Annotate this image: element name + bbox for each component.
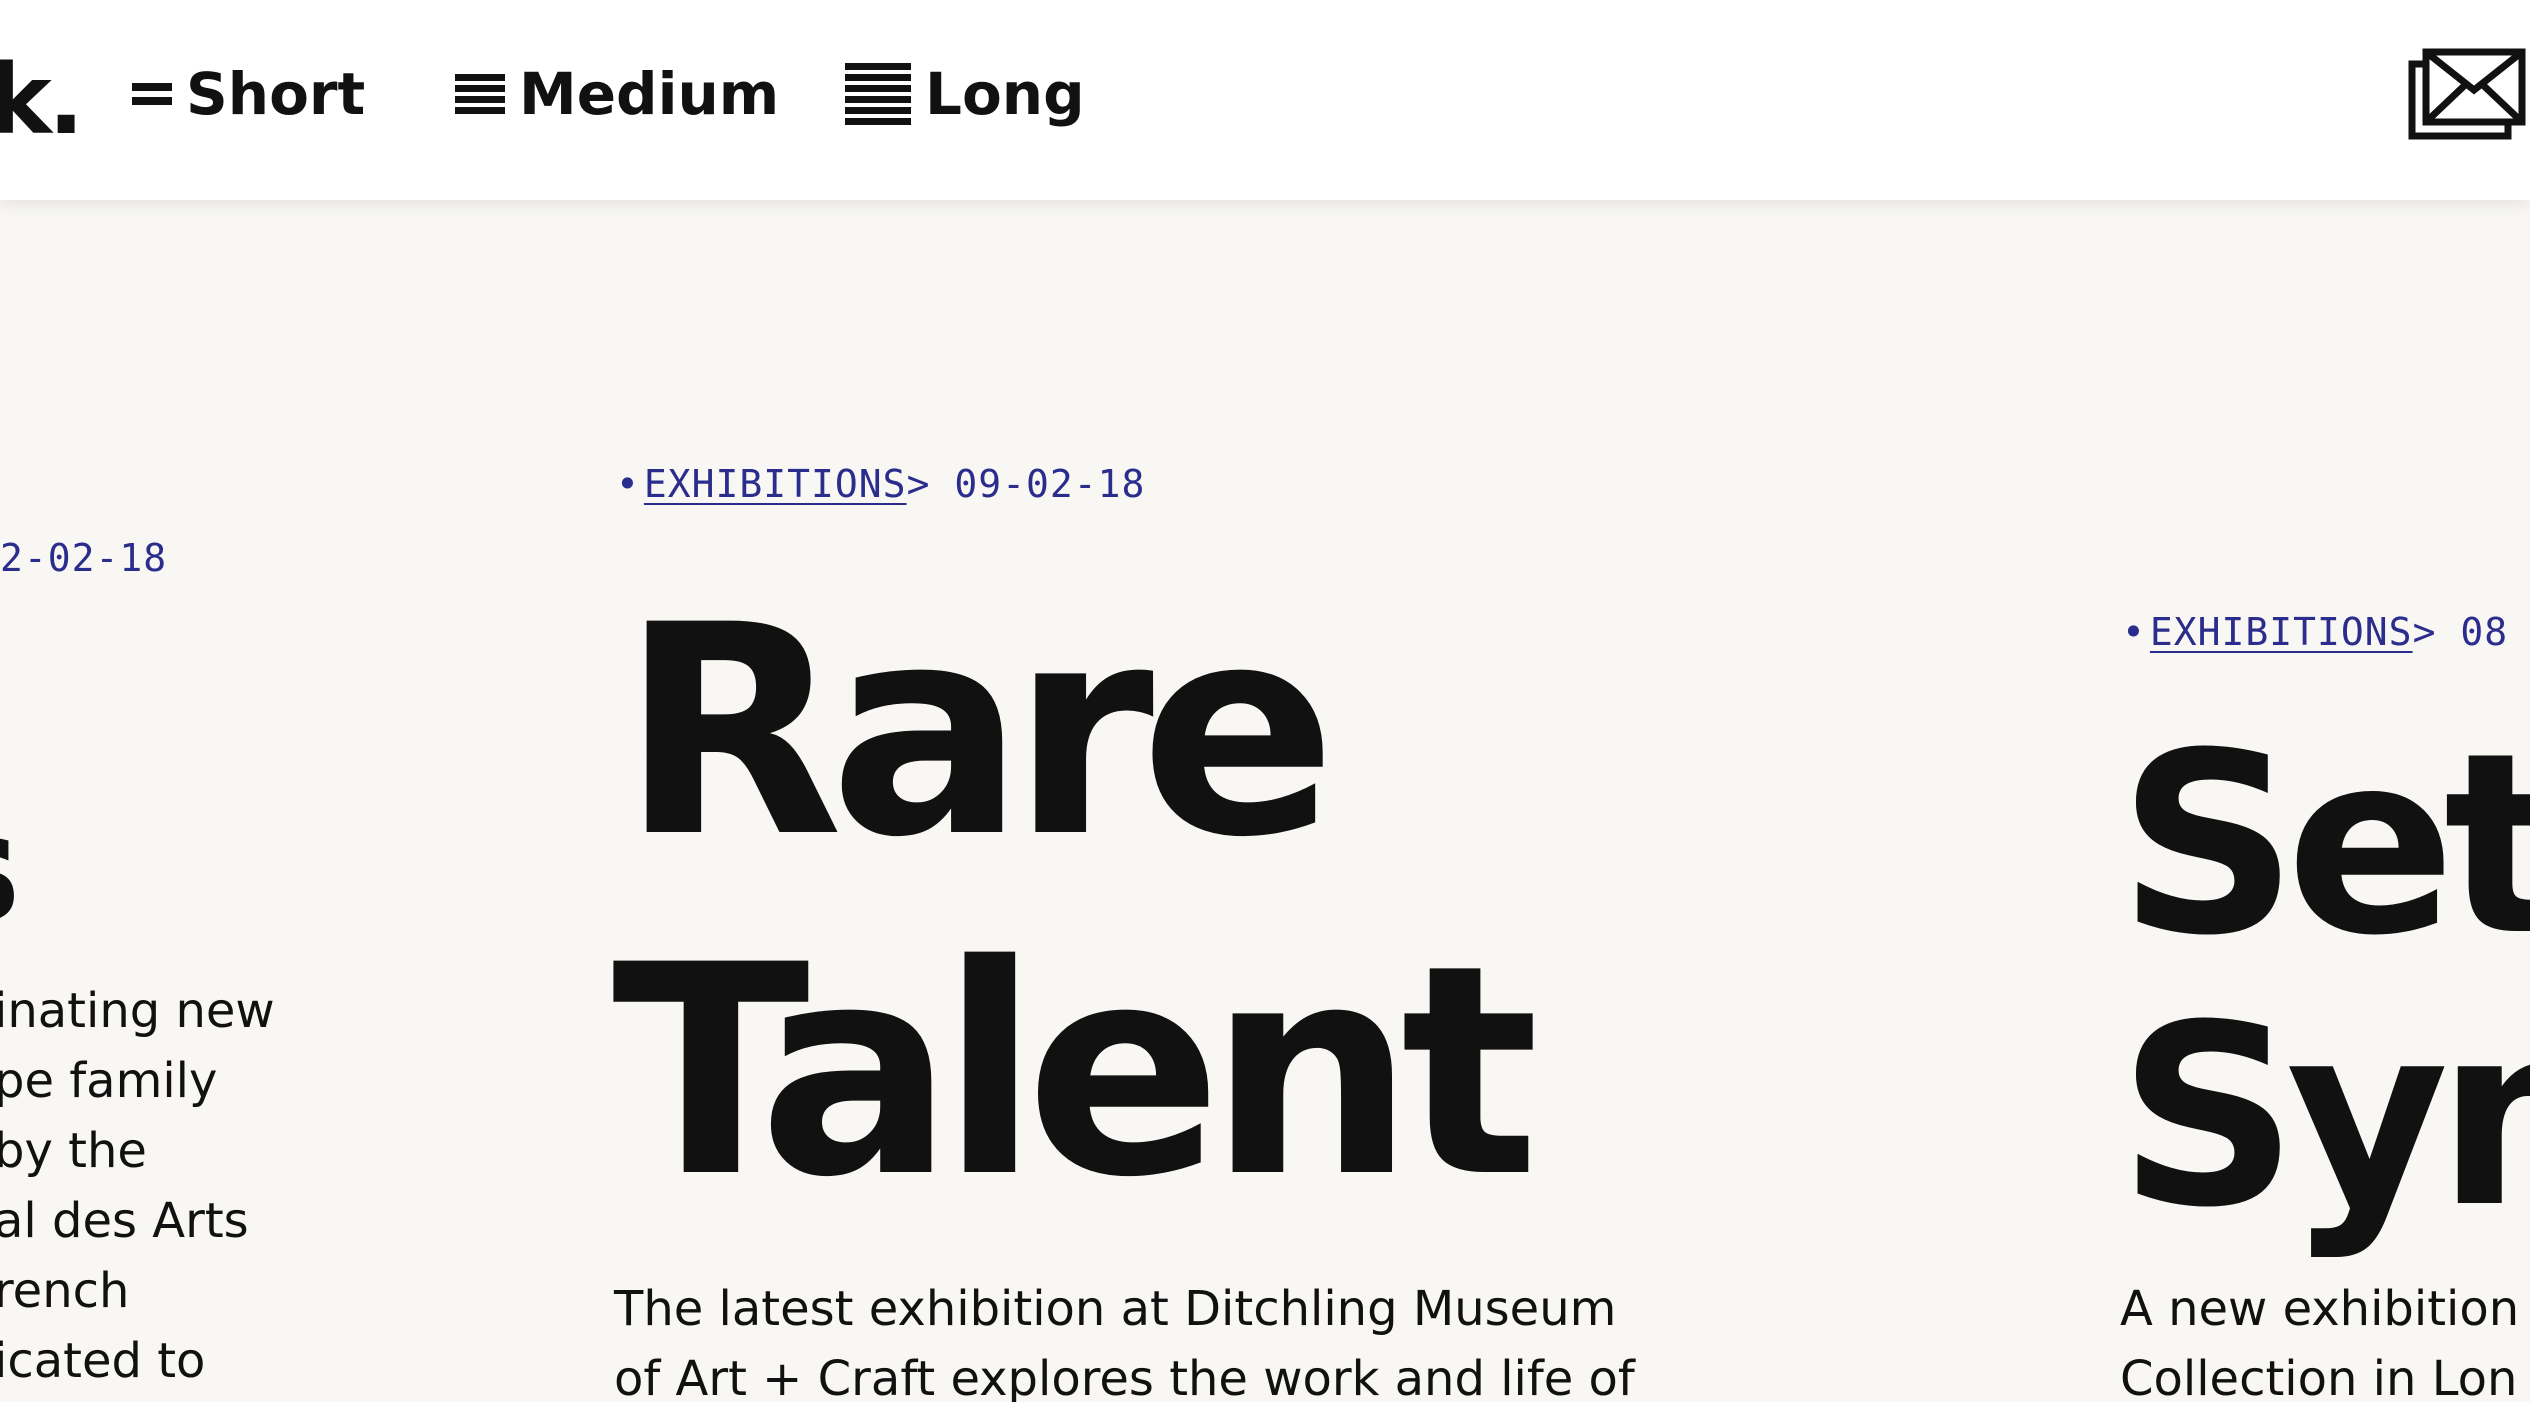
meta-separator: >	[906, 462, 931, 506]
article-summary: inating new pe family by the al des Arts…	[0, 976, 275, 1396]
article-date: 08	[2460, 610, 2509, 654]
site-header: k. Short Medium Long	[0, 0, 2530, 200]
article-meta: • EXHIBITIONS> 09-02-18	[616, 462, 1145, 506]
category-link-exhibitions[interactable]: EXHIBITIONS	[2150, 610, 2413, 654]
article-title-line[interactable]: Rare	[620, 588, 1337, 878]
lines-6-icon	[845, 63, 911, 125]
site-logo[interactable]: k.	[0, 52, 84, 148]
summary-line: of Art + Craft explores the work and lif…	[614, 1351, 1635, 1402]
summary-line: The latest exhibition at Ditchling Museu…	[614, 1281, 1617, 1337]
article-meta: • EXHIBITIONS> 08	[2122, 610, 2508, 654]
summary-line: by the	[0, 1123, 147, 1179]
summary-line: inating new	[0, 983, 275, 1039]
summary-line: rench	[0, 1263, 130, 1319]
nav-short-button[interactable]: Short	[132, 58, 365, 130]
nav-long-button[interactable]: Long	[845, 58, 1085, 130]
lines-2-icon	[132, 83, 172, 105]
nav-medium-button[interactable]: Medium	[455, 58, 779, 130]
nav-long-label: Long	[925, 60, 1085, 128]
summary-line: A new exhibition	[2120, 1281, 2520, 1337]
article-summary: The latest exhibition at Ditchling Museu…	[614, 1274, 1635, 1402]
article-meta: 2-02-18	[0, 536, 167, 580]
article-summary: A new exhibition Collection in Lon	[2120, 1274, 2519, 1402]
article-date: 09-02-18	[954, 462, 1146, 506]
article-title-line[interactable]: es	[0, 794, 21, 944]
lines-4-icon	[455, 74, 505, 114]
page: k. Short Medium Long 2-02-18 inating new…	[0, 0, 2530, 1402]
meta-separator: >	[2412, 610, 2437, 654]
article-title-line[interactable]: Sets	[2118, 720, 2530, 970]
article-title-line[interactable]: Talent	[612, 928, 1539, 1218]
nav-medium-label: Medium	[519, 60, 780, 128]
summary-line: Collection in Lon	[2120, 1351, 2518, 1402]
meta-bullet: •	[616, 462, 640, 506]
summary-line: icated to	[0, 1333, 206, 1389]
envelope-icon[interactable]	[2408, 46, 2528, 142]
meta-bullet: •	[2122, 610, 2146, 654]
summary-line: al des Arts	[0, 1193, 249, 1249]
nav-short-label: Short	[186, 60, 366, 128]
article-title-line[interactable]: Sym	[2118, 992, 2530, 1242]
article-date: 2-02-18	[0, 536, 168, 580]
category-link-exhibitions[interactable]: EXHIBITIONS	[644, 462, 907, 506]
summary-line: pe family	[0, 1053, 218, 1109]
